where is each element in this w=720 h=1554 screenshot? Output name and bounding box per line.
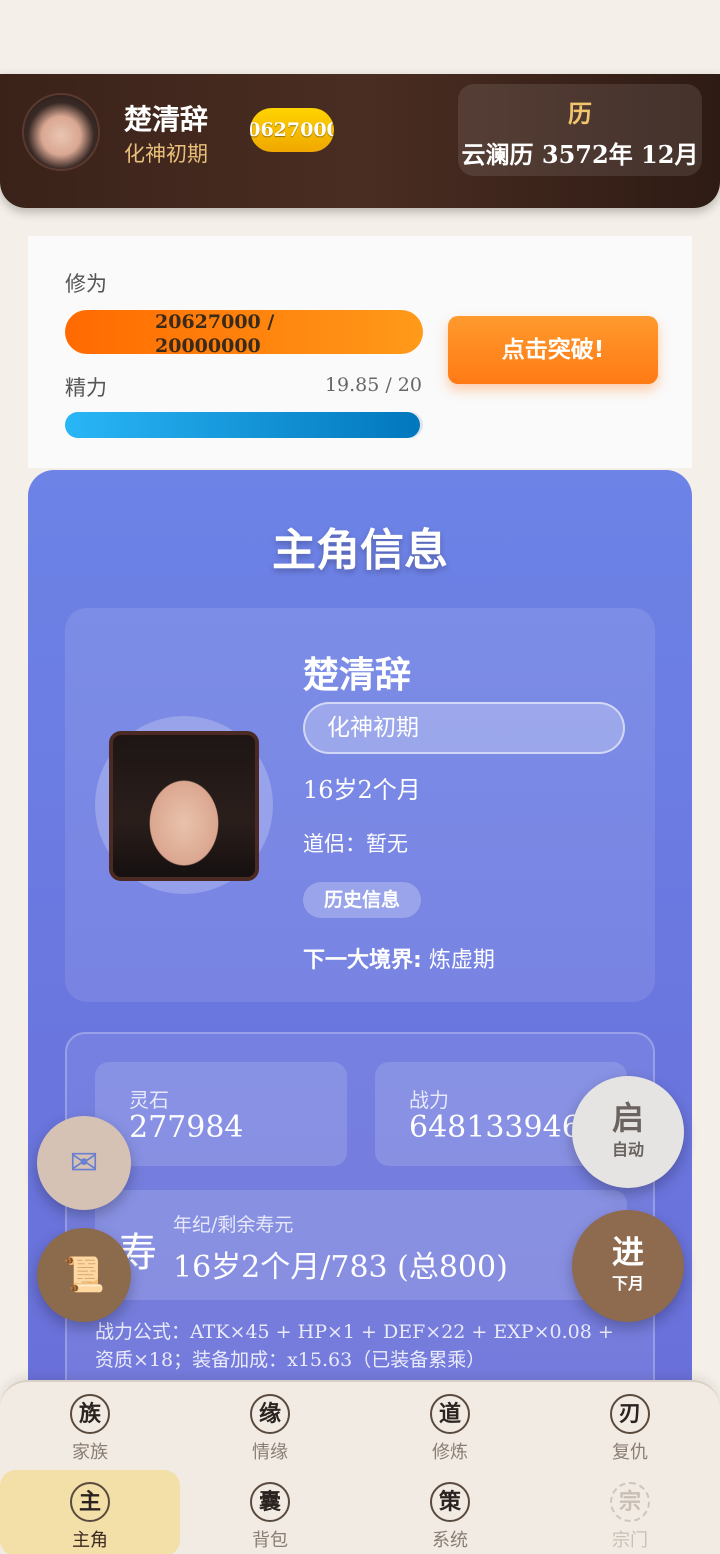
nav-item-revenge[interactable]: 刃 复仇 xyxy=(540,1382,720,1468)
nav-label-protagonist: 主角 xyxy=(72,1530,108,1551)
romance-icon: 缘 xyxy=(250,1394,290,1434)
auto-button-glyph: 启 xyxy=(611,1099,644,1137)
power-formula: 战力公式：ATK×45 + HP×1 + DEF×22 + EXP×0.08 +… xyxy=(95,1321,614,1371)
lifespan-label: 年纪/剩余寿元 xyxy=(173,1214,294,1236)
bottom-nav: 族 家族 缘 情缘 道 修炼 刃 复仇 主 主角 囊 背包 策 系统 宗 宗门 xyxy=(0,1380,720,1554)
lifespan-value: 16岁2个月/783 (总800) xyxy=(173,1250,508,1285)
nav-label-family: 家族 xyxy=(72,1442,108,1463)
cultivation-max: 20000000 xyxy=(155,335,261,357)
energy-value: 19.85 / 20 xyxy=(324,374,422,396)
energy-bar xyxy=(65,412,423,438)
nav-label-sect: 宗门 xyxy=(612,1530,648,1551)
nav-item-sect[interactable]: 宗 宗门 xyxy=(540,1470,720,1554)
cultivation-label: 修为 xyxy=(65,272,107,296)
breakthrough-button[interactable]: 点击突破! xyxy=(448,316,658,384)
next-month-glyph: 进 xyxy=(611,1233,644,1271)
age-text: 16岁2个月 xyxy=(303,776,421,804)
system-icon: 策 xyxy=(430,1482,470,1522)
power-label: 战力 xyxy=(409,1088,449,1112)
cultivation-pill-text: 20627000/20000000 xyxy=(250,119,334,141)
protagonist-icon: 主 xyxy=(70,1482,110,1522)
nav-item-romance[interactable]: 缘 情缘 xyxy=(180,1382,360,1468)
sect-icon: 宗 xyxy=(610,1482,650,1522)
nav-item-family[interactable]: 族 家族 xyxy=(0,1382,180,1468)
next-month-button[interactable]: 进 下月 xyxy=(572,1210,684,1322)
spirit-stone-card: 灵石 277984 xyxy=(95,1062,347,1166)
profile-info-box: 楚清辞 化神初期 16岁2个月 道侣：暂无 历史信息 下一大境界: 炼虚期 xyxy=(65,608,655,1002)
scroll-icon: 📜 xyxy=(62,1255,106,1295)
realm-badge: 化神初期 xyxy=(303,702,625,754)
auto-button[interactable]: 启 自动 xyxy=(572,1076,684,1188)
spirit-stone-label: 灵石 xyxy=(129,1088,169,1112)
cultivation-bar: 20627000 / 20000000 xyxy=(65,310,423,357)
calendar-title: 历 xyxy=(568,99,592,128)
nav-item-bag[interactable]: 囊 背包 xyxy=(180,1470,360,1554)
partner-text: 道侣：暂无 xyxy=(303,832,408,856)
mail-button[interactable]: ✉ xyxy=(37,1116,131,1210)
avatar-ring xyxy=(95,716,273,894)
header-realm: 化神初期 xyxy=(124,142,208,166)
header-avatar[interactable] xyxy=(22,93,100,171)
profile-title: 主角信息 xyxy=(272,525,448,576)
history-button[interactable]: 历史信息 xyxy=(303,882,421,918)
energy-label: 精力 xyxy=(65,376,107,400)
nav-label-revenge: 复仇 xyxy=(612,1442,648,1463)
nav-item-cultivate[interactable]: 道 修炼 xyxy=(360,1382,540,1468)
mail-icon: ✉ xyxy=(69,1143,99,1183)
revenge-icon: 刃 xyxy=(610,1394,650,1434)
next-month-label: 下月 xyxy=(611,1274,644,1293)
energy-bar-fill xyxy=(65,412,421,438)
nav-item-protagonist[interactable]: 主 主角 xyxy=(0,1470,180,1554)
next-realm: 下一大境界: 炼虚期 xyxy=(303,942,495,974)
stats-box: 灵石 277984 战力 6481339460 寿 年纪/剩余寿元 16岁2个月… xyxy=(65,1032,655,1430)
avatar[interactable] xyxy=(109,731,259,881)
cultivation-current: 20627000 / xyxy=(155,311,275,333)
next-realm-label: 下一大境界: xyxy=(303,948,422,973)
calendar-panel[interactable]: 历 云澜历 3572年 12月 xyxy=(458,84,702,176)
cultivate-icon: 道 xyxy=(430,1394,470,1434)
nav-label-romance: 情缘 xyxy=(252,1442,288,1463)
cultivation-panel: 修为 20627000 / 20000000 点击突破! 精力 19.85 / … xyxy=(28,236,692,468)
spirit-stone-value: 277984 xyxy=(129,1110,244,1145)
nav-label-bag: 背包 xyxy=(252,1530,288,1551)
family-icon: 族 xyxy=(70,1394,110,1434)
auto-button-label: 自动 xyxy=(611,1140,644,1159)
top-header: 楚清辞 化神初期 20627000/20000000 历 云澜历 3572年 1… xyxy=(0,74,720,208)
scroll-button[interactable]: 📜 xyxy=(37,1228,131,1322)
nav-label-cultivate: 修炼 xyxy=(432,1442,468,1463)
header-name: 楚清辞 xyxy=(124,103,209,136)
cultivation-pill: 20627000/20000000 xyxy=(250,108,334,152)
bag-icon: 囊 xyxy=(250,1482,290,1522)
nav-label-system: 系统 xyxy=(432,1530,468,1551)
calendar-date: 云澜历 3572年 12月 xyxy=(461,140,699,169)
profile-name: 楚清辞 xyxy=(303,655,412,696)
lifespan-card: 寿 年纪/剩余寿元 16岁2个月/783 (总800) xyxy=(95,1190,627,1300)
cultivation-text: 20627000 / 20000000 xyxy=(155,310,274,358)
next-realm-value: 炼虚期 xyxy=(428,948,495,973)
nav-item-system[interactable]: 策 系统 xyxy=(360,1470,540,1554)
